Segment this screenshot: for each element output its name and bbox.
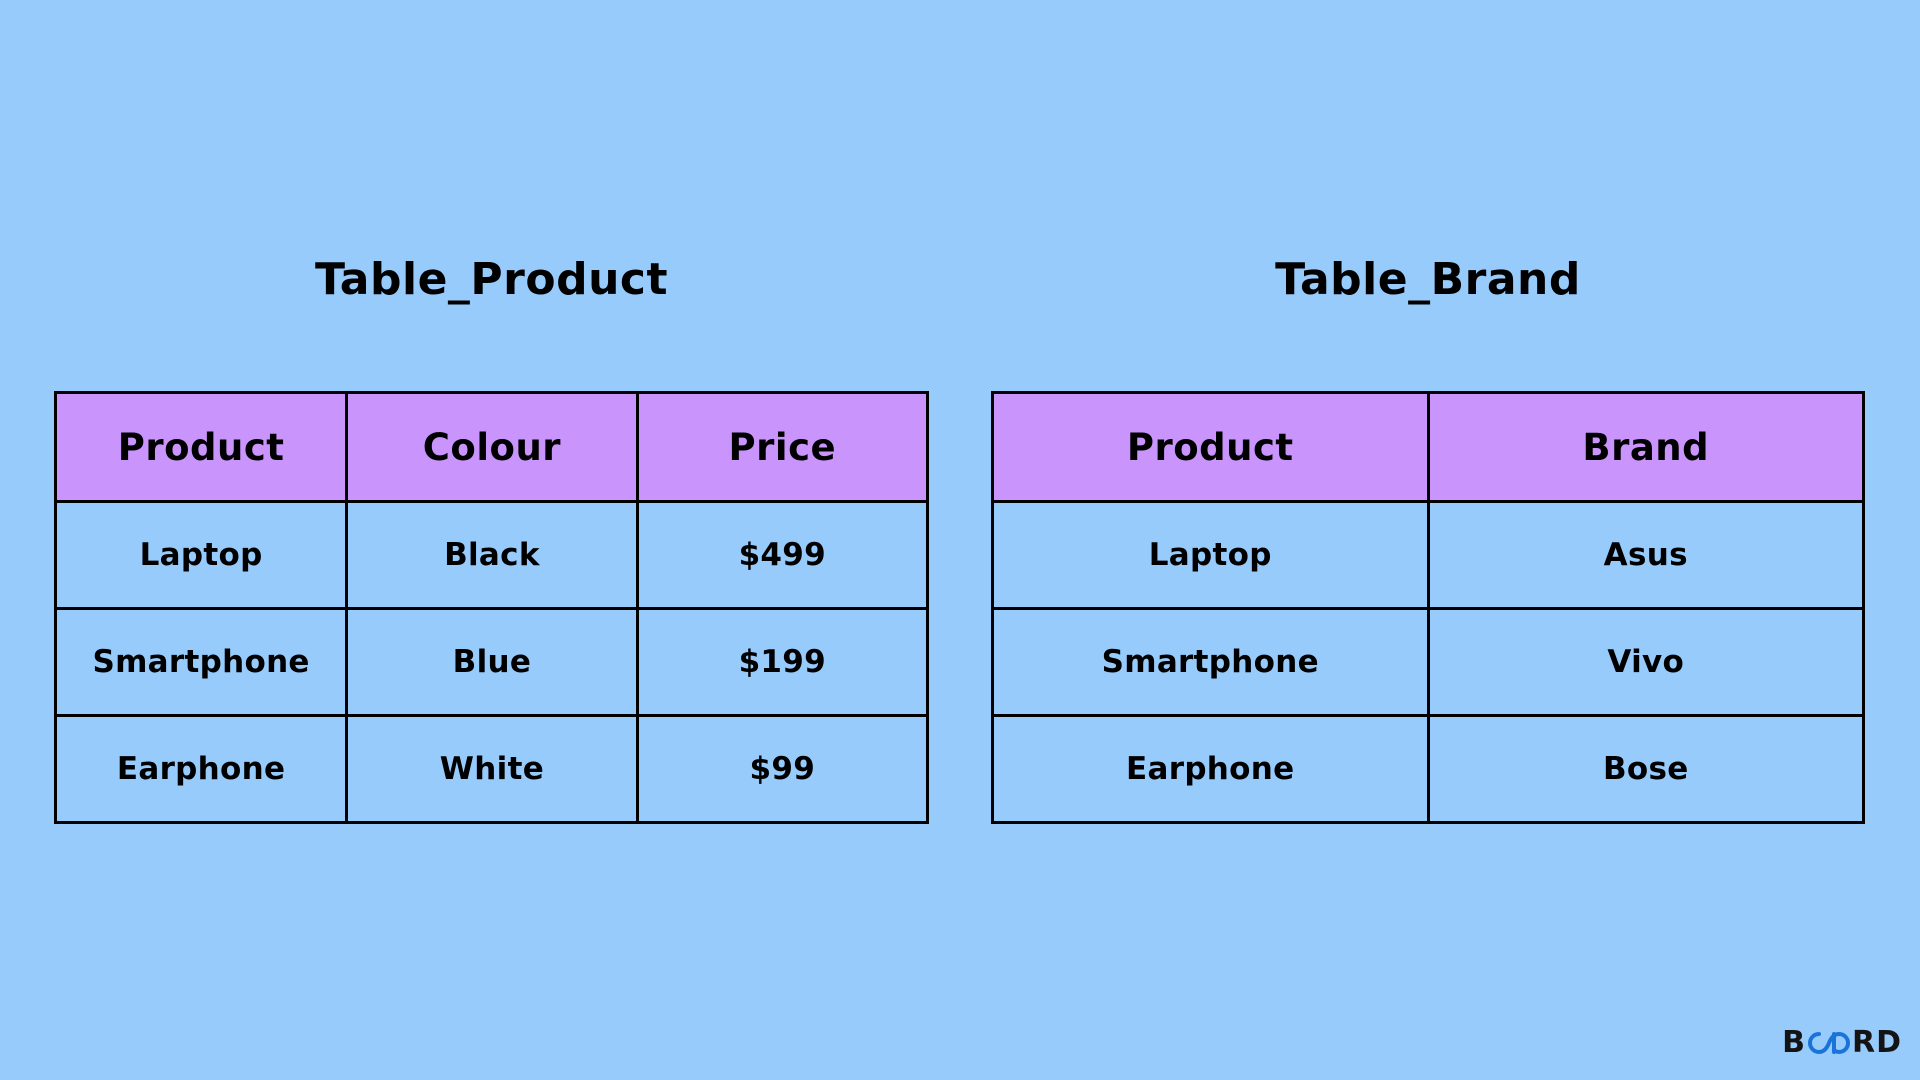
- board-logo: B RD: [1782, 1025, 1902, 1060]
- cell-brand: Bose: [1426, 714, 1865, 824]
- table-row: Smartphone Blue $199: [53, 607, 930, 717]
- table-product-title: Table_Product: [314, 254, 669, 305]
- cell-colour: White: [345, 714, 639, 824]
- column-header-product: Product: [53, 391, 349, 503]
- cell-product: Earphone: [991, 714, 1430, 824]
- column-header-price: Price: [635, 391, 930, 503]
- cell-product: Laptop: [991, 500, 1430, 610]
- logo-suffix: RD: [1851, 1025, 1902, 1060]
- cell-product: Earphone: [53, 714, 349, 824]
- cell-product: Laptop: [53, 500, 349, 610]
- cell-brand: Asus: [1426, 500, 1865, 610]
- table-row: Laptop Asus: [991, 500, 1865, 610]
- table-row: Earphone Bose: [991, 714, 1865, 824]
- table-row: Smartphone Vivo: [991, 607, 1865, 717]
- column-header-product: Product: [991, 391, 1430, 503]
- logo-prefix: B: [1782, 1025, 1806, 1060]
- cell-price: $499: [635, 500, 930, 610]
- cell-price: $199: [635, 607, 930, 717]
- column-header-brand: Brand: [1426, 391, 1865, 503]
- cell-brand: Vivo: [1426, 607, 1865, 717]
- cell-product: Smartphone: [991, 607, 1430, 717]
- cell-product: Smartphone: [53, 607, 349, 717]
- table-brand-title: Table_Brand: [1275, 254, 1581, 305]
- column-header-colour: Colour: [345, 391, 639, 503]
- table-brand: Product Brand Laptop Asus Smartphone Viv…: [991, 391, 1865, 824]
- table-row: Laptop Black $499: [53, 500, 930, 610]
- table-product: Product Colour Price Laptop Black $499 S…: [53, 391, 930, 824]
- table-header-row: Product Colour Price: [53, 391, 930, 503]
- table-header-row: Product Brand: [991, 391, 1865, 503]
- table-row: Earphone White $99: [53, 714, 930, 824]
- infinity-oo-icon: [1808, 1031, 1850, 1054]
- cell-price: $99: [635, 714, 930, 824]
- cell-colour: Black: [345, 500, 639, 610]
- cell-colour: Blue: [345, 607, 639, 717]
